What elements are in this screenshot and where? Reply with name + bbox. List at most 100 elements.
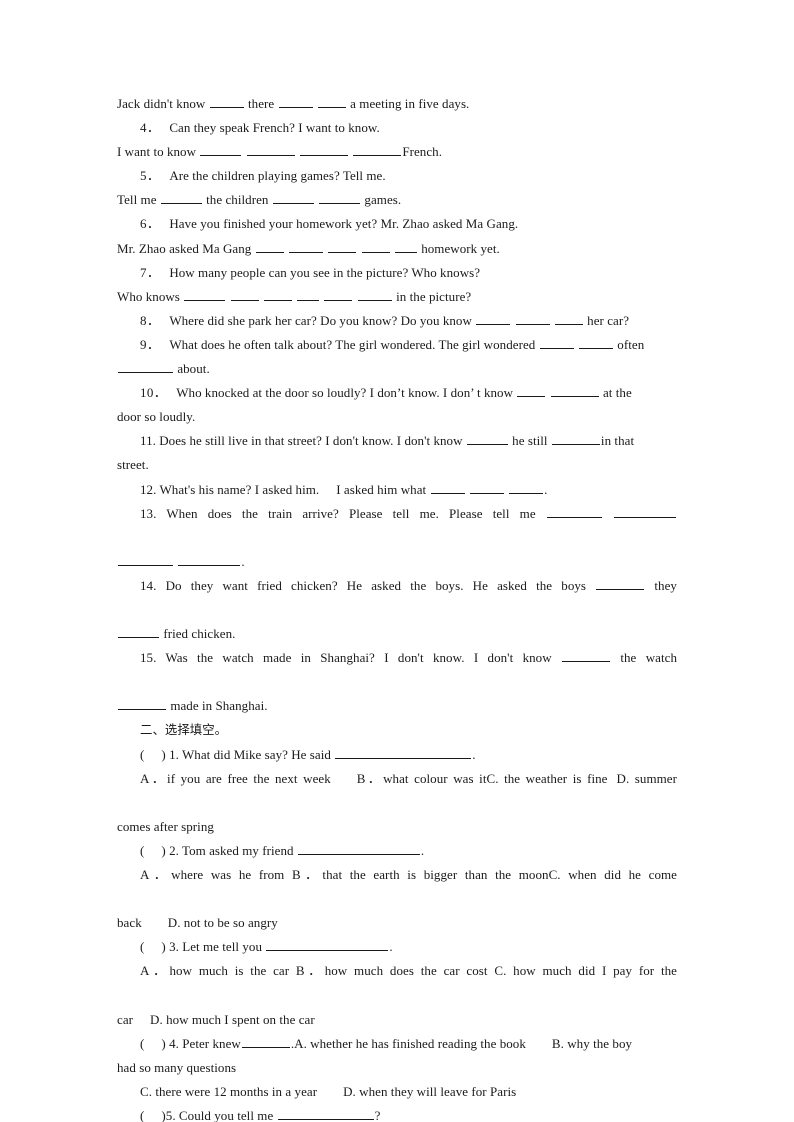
answer-blank[interactable] [288,241,323,253]
text-fragment: the children [206,192,269,208]
exercise-line-14-cont: fried chicken. [117,622,677,646]
answer-blank[interactable] [596,578,645,590]
text-fragment: . [389,939,393,955]
answer-blank[interactable] [118,626,159,639]
mcq-option-d[interactable]: D. not to be so angry [168,915,278,930]
answer-blank[interactable] [230,289,259,301]
exercise-item-13: 13. When does the train arrive? Please t… [117,502,677,550]
exercise-item-11: 11. Does he still live in that street? I… [117,429,677,453]
text-fragment: door so loudly. [117,409,196,425]
answer-blank[interactable] [241,1036,290,1048]
answer-bracket-open[interactable]: ( [140,843,144,858]
answer-blank[interactable] [118,554,173,566]
answer-bracket-open[interactable]: ( [140,747,144,762]
text-fragment: Who knows [117,288,180,304]
answer-bracket-open[interactable]: ( [140,1108,144,1122]
mcq-option-d[interactable]: D. summer [617,771,678,786]
answer-blank[interactable] [509,482,544,494]
answer-blank[interactable] [578,337,613,349]
answer-blank[interactable] [328,241,357,253]
answer-blank[interactable] [430,482,465,494]
text-fragment: games. [364,192,402,208]
answer-blank[interactable] [515,313,550,325]
answer-blank[interactable] [118,699,166,711]
answer-blank[interactable] [277,1108,374,1120]
answer-blank[interactable] [297,843,420,855]
mcq-options-2-cont: back D. not to be so angry [117,911,677,935]
mcq-stem: ) 3. Let me tell you [161,939,263,955]
answer-blank[interactable] [614,506,676,518]
answer-blank[interactable] [184,289,226,301]
item-text: Was the watch made in Shanghai? I don't … [165,650,552,666]
mcq-option-d[interactable]: D. when they will leave for Paris [343,1084,516,1099]
mcq-option-a[interactable]: .A. whether he has finished reading the … [291,1036,526,1051]
item-number: 5． [140,168,161,184]
worksheet-page: Jack didn't know there a meeting in five… [0,0,794,1122]
mcq-options-1-cont[interactable]: comes after spring [117,815,677,839]
mcq-options-4-cd: C. there were 12 months in a year D. when… [117,1080,677,1104]
answer-blank[interactable] [118,361,173,374]
mcq-options-3[interactable]: A．how much is the car B．how much does th… [117,959,677,1007]
answer-bracket-open[interactable]: ( [140,1036,144,1051]
answer-blank[interactable] [263,289,292,301]
exercise-line-4-answer: I want to know French. [117,140,677,164]
answer-blank[interactable] [394,241,417,253]
mcq-option-c-tail[interactable]: back [117,915,142,930]
mcq-item-2: () 2. Tom asked my friend . [117,839,677,863]
worksheet-content: Jack didn't know there a meeting in five… [117,92,677,1122]
item-number: 4． [140,120,161,136]
mcq-option-c[interactable]: C. there were 12 months in a year [140,1084,317,1099]
answer-blank[interactable] [178,554,241,566]
text-fragment: often [617,336,645,352]
answer-blank[interactable] [361,241,390,253]
mcq-options-4-cont[interactable]: had so many questions [117,1056,677,1080]
answer-blank[interactable] [517,385,546,398]
answer-blank[interactable] [324,289,353,301]
answer-blank[interactable] [554,313,583,325]
answer-blank[interactable] [551,434,600,446]
mcq-option-bc[interactable]: B．what colour was itC. the weather is fi… [357,771,608,786]
text-fragment: fried chicken. [163,626,236,642]
answer-blank[interactable] [353,145,402,157]
text-fragment: her car? [587,312,630,328]
item-text: What does he often talk about? The girl … [169,336,536,352]
mcq-option-d[interactable]: D. how much I spent on the car [150,1012,315,1027]
mcq-option-c-tail[interactable]: car [117,1012,133,1027]
answer-blank[interactable] [539,337,574,349]
answer-blank[interactable] [272,193,314,205]
answer-blank[interactable] [209,96,244,108]
answer-blank[interactable] [317,96,346,108]
exercise-item-5: 5． Are the children playing games? Tell m… [117,164,677,188]
text-fragment: homework yet. [421,240,500,256]
answer-blank[interactable] [246,145,295,157]
text-fragment: French. [402,144,443,160]
answer-blank[interactable] [255,241,284,253]
answer-blank[interactable] [562,651,610,663]
answer-blank[interactable] [319,193,361,205]
item-number: 12. [140,481,157,497]
answer-blank[interactable] [357,289,392,301]
item-text: What's his name? I asked him. [159,481,320,497]
answer-blank[interactable] [266,940,389,952]
answer-blank[interactable] [278,96,313,108]
exercise-line-5-answer: Tell me the children games. [117,188,677,212]
answer-blank[interactable] [200,145,242,157]
answer-blank[interactable] [297,289,320,301]
answer-blank[interactable] [476,313,511,325]
text-fragment: I asked him what [336,481,427,497]
mcq-option-a[interactable]: A．if you are free the next week [140,771,331,786]
answer-blank[interactable] [550,385,599,398]
answer-blank[interactable] [546,506,602,518]
item-number: 13. [140,505,157,521]
answer-bracket-open[interactable]: ( [140,939,144,954]
answer-blank[interactable] [466,434,508,446]
text-fragment: I want to know [117,144,197,160]
answer-blank[interactable] [300,145,348,157]
mcq-item-3: ( ) 3. Let me tell you . [117,935,677,959]
mcq-options-2[interactable]: A．where was he from B．that the earth is … [117,863,677,911]
answer-blank[interactable] [160,193,202,205]
item-text: Have you finished your homework yet? Mr.… [169,216,519,232]
answer-blank[interactable] [469,482,504,494]
answer-blank[interactable] [335,747,472,759]
mcq-option-b[interactable]: B. why the boy [552,1036,632,1051]
